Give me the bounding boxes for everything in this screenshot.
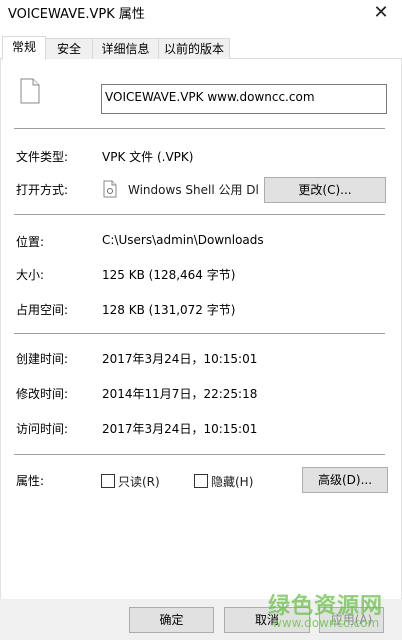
general-panel	[0, 59, 402, 599]
window-title: VOICEWAVE.VPK 属性	[8, 7, 145, 22]
app-icon	[103, 180, 117, 198]
readonly-checkbox[interactable]	[101, 474, 115, 488]
separator	[14, 214, 385, 215]
advanced-button[interactable]: 高级(D)...	[302, 467, 388, 493]
location-value: C:\Users\admin\Downloads	[102, 233, 264, 247]
file-icon	[20, 78, 40, 104]
created-label: 创建时间:	[16, 352, 69, 366]
tab-previous-versions[interactable]: 以前的版本	[158, 38, 230, 59]
readonly-label[interactable]: 只读(R)	[118, 473, 160, 490]
separator	[14, 128, 385, 129]
separator	[14, 454, 385, 455]
tab-details[interactable]: 详细信息	[92, 38, 159, 59]
file-type-label: 文件类型:	[16, 150, 69, 164]
hidden-label[interactable]: 隐藏(H)	[211, 473, 253, 490]
file-type-value: VPK 文件 (.VPK)	[102, 150, 194, 164]
cancel-button[interactable]: 取消	[224, 607, 310, 633]
tab-security[interactable]: 安全	[45, 38, 93, 59]
size-value: 125 KB (128,464 字节)	[102, 268, 236, 282]
filename-value[interactable]: VOICEWAVE.VPK www.downcc.com	[105, 90, 315, 104]
hidden-checkbox[interactable]	[194, 474, 208, 488]
modified-value: 2014年11月7日，22:25:18	[102, 387, 258, 401]
apply-button[interactable]: 应用(A)	[319, 607, 384, 633]
ok-button[interactable]: 确定	[129, 607, 214, 633]
open-with-label: 打开方式:	[16, 183, 69, 197]
separator	[14, 333, 385, 334]
tab-general[interactable]: 常规	[2, 36, 46, 60]
size-on-disk-label: 占用空间:	[16, 303, 69, 317]
close-icon[interactable]: ✕	[366, 0, 396, 28]
attributes-label: 属性:	[16, 474, 45, 488]
modified-label: 修改时间:	[16, 387, 69, 401]
change-button[interactable]: 更改(C)...	[264, 177, 386, 203]
filename-field[interactable]: VOICEWAVE.VPK www.downcc.com	[101, 84, 387, 114]
created-value: 2017年3月24日，10:15:01	[102, 352, 258, 366]
size-on-disk-value: 128 KB (131,072 字节)	[102, 303, 236, 317]
accessed-value: 2017年3月24日，10:15:01	[102, 422, 258, 436]
title-bar: VOICEWAVE.VPK 属性 ✕	[0, 0, 402, 30]
location-label: 位置:	[16, 235, 45, 249]
size-label: 大小:	[16, 268, 45, 282]
open-with-value: Windows Shell 公用 Dl	[128, 183, 259, 197]
accessed-label: 访问时间:	[16, 422, 69, 436]
